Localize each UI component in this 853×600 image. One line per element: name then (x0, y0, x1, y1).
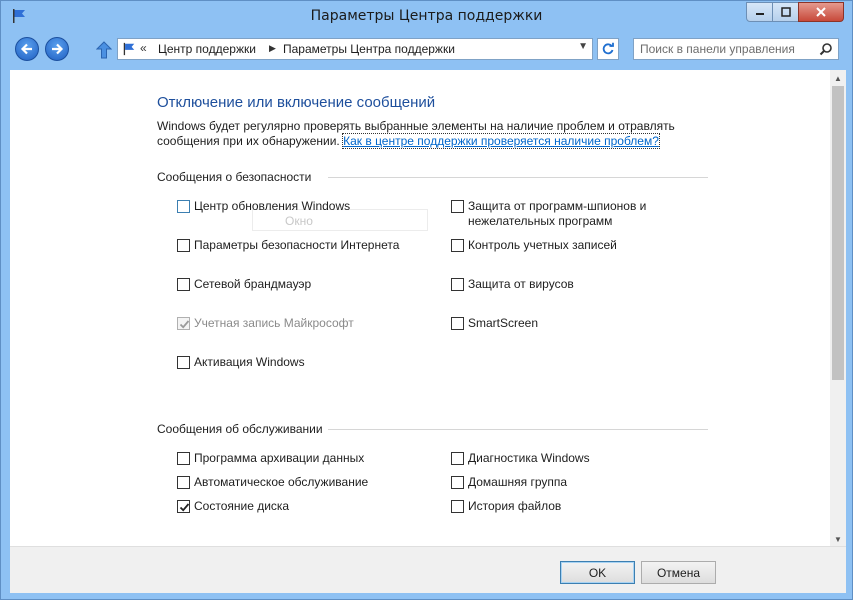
minimize-icon (755, 13, 764, 15)
checkbox[interactable] (177, 500, 190, 513)
checkbox-virus-protection[interactable]: Защита от вирусов (451, 277, 574, 292)
security-section-title: Сообщения о безопасности (157, 170, 312, 184)
checkbox[interactable] (451, 200, 464, 213)
arrow-right-icon (52, 43, 64, 55)
search-icon[interactable] (819, 42, 833, 56)
close-button[interactable] (798, 2, 844, 22)
checkbox-microsoft-account: Учетная запись Майкрософт (177, 316, 354, 331)
checkbox-windows-diagnostics[interactable]: Диагностика Windows (451, 451, 590, 466)
page-title: Отключение или включение сообщений (157, 94, 436, 111)
checkbox-label: Сетевой брандмауэр (194, 277, 312, 291)
maximize-button[interactable] (772, 2, 799, 22)
checkbox-label: Учетная запись Майкрософт (194, 316, 354, 330)
checkbox[interactable] (177, 278, 190, 291)
checkbox[interactable] (451, 500, 464, 513)
checkbox[interactable] (177, 200, 190, 213)
checkbox-label: Автоматическое обслуживание (194, 475, 369, 489)
description: Windows будет регулярно проверять выбран… (157, 119, 697, 149)
checkbox[interactable] (451, 239, 464, 252)
checkmark-icon (179, 320, 190, 329)
checkbox-label: История файлов (468, 499, 562, 513)
help-link[interactable]: Как в центре поддержки проверяется налич… (342, 133, 660, 149)
breadcrumb-item-settings[interactable]: Параметры Центра поддержки (283, 42, 455, 56)
chevron-down-icon[interactable]: ▼ (578, 41, 588, 52)
scroll-up-icon[interactable]: ▲ (834, 74, 842, 83)
flag-icon (122, 42, 136, 56)
scrollbar-thumb[interactable] (832, 86, 844, 380)
checkbox-spyware[interactable]: Защита от программ-шпионов и нежелательн… (451, 199, 661, 229)
checkbox-windows-activation[interactable]: Активация Windows (177, 355, 305, 370)
checkbox-label: Диагностика Windows (468, 451, 590, 465)
search-input[interactable] (640, 42, 810, 56)
maximize-icon (780, 7, 791, 17)
checkbox-internet-security[interactable]: Параметры безопасности Интернета (177, 238, 399, 253)
checkbox[interactable] (177, 239, 190, 252)
breadcrumb-overflow-icon[interactable]: « (140, 41, 147, 55)
checkbox-windows-update[interactable]: Центр обновления Windows (177, 199, 350, 214)
checkbox[interactable] (451, 476, 464, 489)
close-icon (816, 7, 826, 17)
minimize-button[interactable] (746, 2, 773, 22)
checkbox[interactable] (451, 452, 464, 465)
checkbox[interactable] (177, 356, 190, 369)
dialog-footer: OK Отмена (10, 546, 846, 593)
checkbox-label: Защита от вирусов (468, 277, 574, 291)
checkbox-label: Активация Windows (194, 355, 305, 369)
refresh-icon (602, 42, 614, 55)
checkbox-smartscreen[interactable]: SmartScreen (451, 316, 538, 331)
section-divider (328, 429, 708, 430)
chevron-right-icon[interactable]: ▶ (269, 43, 276, 54)
ok-button[interactable]: OK (560, 561, 635, 584)
checkbox-auto-maintenance[interactable]: Автоматическое обслуживание (177, 475, 368, 490)
forward-button[interactable] (45, 37, 69, 61)
checkbox-firewall[interactable]: Сетевой брандмауэр (177, 277, 311, 292)
checkbox-uac[interactable]: Контроль учетных записей (451, 238, 617, 253)
checkbox[interactable] (451, 317, 464, 330)
checkbox-homegroup[interactable]: Домашняя группа (451, 475, 567, 490)
content-pane: Отключение или включение сообщений Windo… (10, 70, 846, 546)
checkbox[interactable] (177, 452, 190, 465)
up-arrow-icon[interactable] (95, 41, 113, 59)
title-bar[interactable]: Параметры Центра поддержки (1, 1, 852, 33)
checkbox (177, 317, 190, 330)
checkbox-file-history[interactable]: История файлов (451, 499, 561, 514)
checkbox[interactable] (177, 476, 190, 489)
checkbox-label: SmartScreen (468, 316, 539, 330)
vertical-scrollbar[interactable]: ▲ ▼ (830, 70, 846, 546)
address-bar[interactable]: « Центр поддержки ▶ Параметры Центра под… (117, 38, 593, 60)
cancel-button[interactable]: Отмена (641, 561, 716, 584)
checkbox-label: Состояние диска (194, 499, 290, 513)
refresh-button[interactable] (597, 38, 619, 60)
checkmark-icon (179, 503, 190, 512)
window-title: Параметры Центра поддержки (310, 8, 543, 24)
checkbox-label: Контроль учетных записей (468, 238, 617, 252)
checkbox-label: Домашняя группа (468, 475, 568, 489)
checkbox-disk-status[interactable]: Состояние диска (177, 499, 289, 514)
breadcrumb-item-action-center[interactable]: Центр поддержки (158, 42, 256, 56)
navigation-bar: « Центр поддержки ▶ Параметры Центра под… (9, 33, 846, 67)
back-button[interactable] (15, 37, 39, 61)
scroll-down-icon[interactable]: ▼ (834, 535, 842, 544)
section-divider (328, 177, 708, 178)
checkbox-label: Центр обновления Windows (194, 199, 351, 213)
arrow-left-icon (20, 43, 32, 55)
search-box[interactable] (633, 38, 839, 60)
window: Параметры Центра поддержки « Центр подде… (0, 0, 853, 600)
checkbox-label: Параметры безопасности Интернета (194, 238, 400, 252)
checkbox-backup[interactable]: Программа архивации данных (177, 451, 364, 466)
checkbox-label: Защита от программ-шпионов и нежелательн… (468, 199, 647, 228)
checkbox[interactable] (451, 278, 464, 291)
checkbox-label: Программа архивации данных (194, 451, 365, 465)
maintenance-section-title: Сообщения об обслуживании (157, 422, 323, 436)
